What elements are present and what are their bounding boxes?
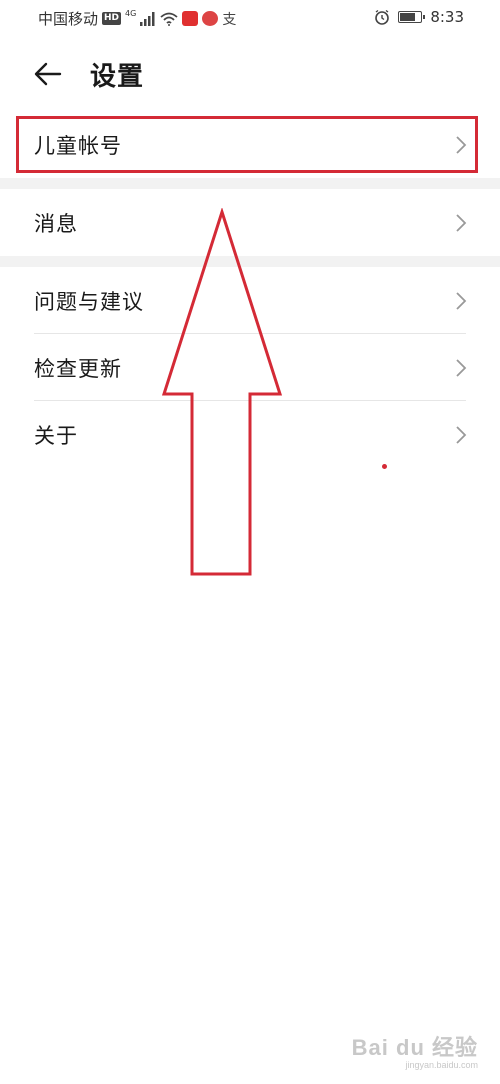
alarm-icon xyxy=(375,9,390,25)
settings-group-messages: 消息 xyxy=(0,189,500,256)
status-left: 中国移动 HD 4G 支 xyxy=(38,8,236,29)
section-divider xyxy=(0,178,500,189)
status-bar: 中国移动 HD 4G 支 8:33 xyxy=(0,0,500,36)
back-button[interactable] xyxy=(32,58,64,90)
chevron-right-icon xyxy=(456,291,467,310)
settings-group-general: 问题与建议 检查更新 关于 xyxy=(0,267,500,468)
settings-item-label: 儿童帐号 xyxy=(34,133,122,158)
arrow-left-icon xyxy=(34,62,62,86)
settings-item-messages[interactable]: 消息 xyxy=(0,189,500,256)
chevron-right-icon xyxy=(456,213,467,232)
app-header: 设置 xyxy=(0,50,500,98)
app-notification-icon xyxy=(182,11,199,26)
chevron-right-icon xyxy=(456,135,467,154)
battery-icon xyxy=(398,11,426,23)
status-right: 8:33 xyxy=(374,8,464,26)
chevron-right-icon xyxy=(456,358,467,377)
network-type-label: 4G xyxy=(125,9,137,18)
settings-group-account: 儿童帐号 xyxy=(0,111,500,178)
baidu-jingyan-watermark: Bai du 经验 jingyan.baidu.com xyxy=(352,1030,478,1070)
wifi-icon xyxy=(160,12,178,26)
app-notification-icon xyxy=(202,11,219,26)
settings-item-label: 检查更新 xyxy=(34,356,122,381)
settings-item-label: 关于 xyxy=(34,423,78,448)
watermark-logo-text: Bai du 经验 xyxy=(351,1035,478,1060)
settings-item-child-account[interactable]: 儿童帐号 xyxy=(0,111,500,178)
section-divider xyxy=(0,256,500,267)
settings-item-label: 问题与建议 xyxy=(34,289,144,314)
annotation-dot xyxy=(382,464,387,469)
alipay-icon: 支 xyxy=(222,11,237,28)
clock-time: 8:33 xyxy=(430,8,464,26)
page-title: 设置 xyxy=(90,62,145,92)
settings-item-about[interactable]: 关于 xyxy=(0,401,500,468)
carrier-label: 中国移动 xyxy=(38,10,99,28)
hd-badge: HD xyxy=(102,12,122,25)
battery-level-fill xyxy=(400,13,415,21)
settings-item-check-update[interactable]: 检查更新 xyxy=(0,334,500,401)
settings-item-feedback[interactable]: 问题与建议 xyxy=(0,267,500,334)
chevron-right-icon xyxy=(456,425,467,444)
settings-item-label: 消息 xyxy=(34,211,78,236)
signal-icon xyxy=(140,11,155,26)
